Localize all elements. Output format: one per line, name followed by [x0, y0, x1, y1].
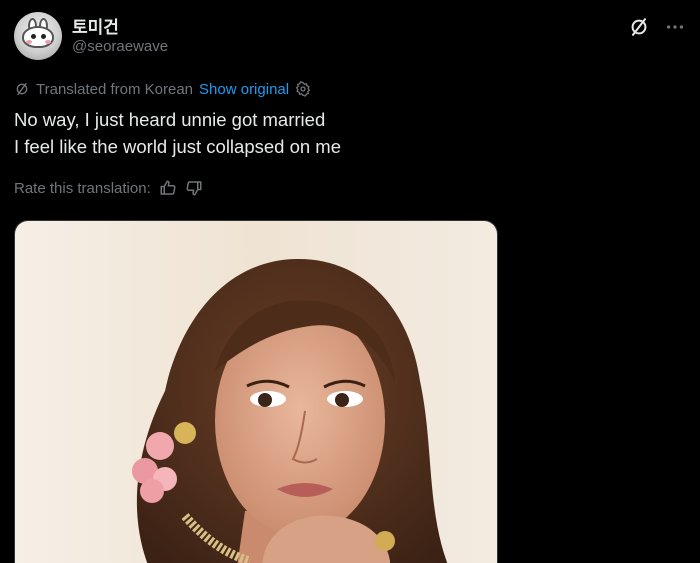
translation-bar: Translated from Korean Show original	[14, 79, 311, 99]
avatar[interactable]	[14, 12, 62, 60]
more-icon[interactable]	[664, 16, 686, 38]
gear-icon[interactable]	[295, 81, 311, 97]
thumbs-down-icon[interactable]	[185, 179, 203, 197]
tweet-line: I feel like the world just collapsed on …	[14, 136, 342, 157]
tweet-media-image[interactable]	[14, 220, 498, 563]
user-handle[interactable]: @seoraewave	[72, 38, 168, 55]
bunny-eye-right	[41, 34, 46, 39]
rate-translation: Rate this translation:	[14, 177, 203, 199]
show-original-link[interactable]: Show original	[199, 81, 289, 98]
tweet-line: No way, I just heard unnie got married	[14, 109, 326, 130]
translate-icon	[16, 83, 28, 95]
bunny-cheek-right	[45, 40, 51, 44]
thumbs-up-icon[interactable]	[159, 179, 177, 197]
tweet-header: 토미건 @seoraewave	[14, 8, 686, 64]
bunny-cheek-left	[26, 40, 32, 44]
portrait-photo	[15, 221, 497, 563]
tweet-text: No way, I just heard unnie got married I…	[14, 106, 341, 160]
display-name[interactable]: 토미건	[72, 13, 119, 38]
grok-icon[interactable]	[628, 16, 650, 38]
translated-from-label: Translated from Korean	[36, 80, 194, 98]
bunny-eye-left	[31, 34, 36, 39]
bunny-face	[22, 26, 54, 48]
rate-label: Rate this translation:	[14, 179, 151, 197]
